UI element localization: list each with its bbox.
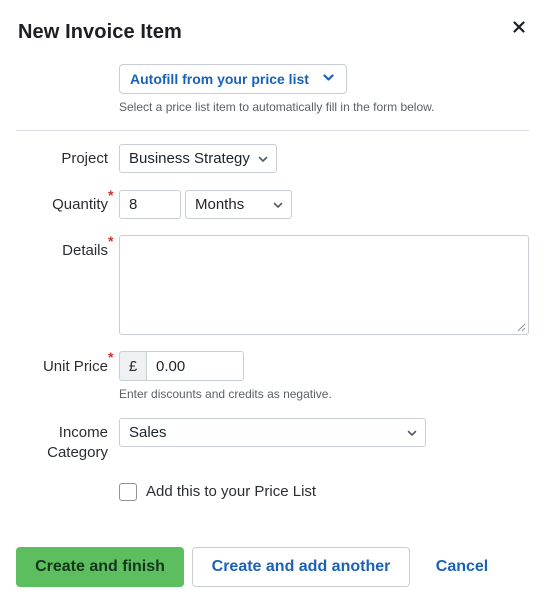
- income-category-label-line2: Category: [47, 444, 108, 461]
- create-and-finish-button[interactable]: Create and finish: [16, 547, 184, 587]
- quantity-unit-select[interactable]: Months: [185, 190, 292, 219]
- project-select[interactable]: Business Strategy: [119, 144, 277, 173]
- required-marker: *: [108, 349, 114, 365]
- new-invoice-item-dialog: New Invoice Item Autofill from your pric…: [0, 0, 547, 609]
- quantity-input[interactable]: 8: [119, 190, 181, 219]
- quantity-label: Quantity: [52, 196, 108, 213]
- add-to-price-list-checkbox[interactable]: [119, 483, 137, 501]
- dialog-title: New Invoice Item: [18, 21, 182, 43]
- chevron-down-icon: [273, 202, 283, 208]
- add-to-price-list-label[interactable]: Add this to your Price List: [146, 483, 316, 501]
- project-value: Business Strategy: [129, 150, 250, 167]
- create-and-add-another-button[interactable]: Create and add another: [192, 547, 410, 587]
- details-textarea[interactable]: [119, 235, 529, 335]
- close-button[interactable]: [508, 16, 530, 38]
- autofill-price-list-button[interactable]: Autofill from your price list: [119, 64, 347, 94]
- project-label: Project: [61, 150, 108, 167]
- resize-handle-icon[interactable]: [517, 323, 526, 332]
- income-category-select[interactable]: Sales: [119, 418, 426, 447]
- required-marker: *: [108, 187, 114, 203]
- close-icon: [513, 21, 525, 33]
- income-category-label-line1: Income: [58, 424, 108, 441]
- currency-prefix: £: [119, 351, 146, 381]
- details-label: Details: [62, 242, 108, 259]
- quantity-unit-value: Months: [195, 196, 245, 213]
- divider: [16, 130, 529, 131]
- chevron-down-icon: [407, 430, 417, 436]
- unit-price-label: Unit Price: [42, 358, 108, 375]
- required-marker: *: [108, 233, 114, 249]
- cancel-button[interactable]: Cancel: [428, 547, 496, 587]
- unit-price-input[interactable]: 0.00: [146, 351, 244, 381]
- unit-price-hint: Enter discounts and credits as negative.: [119, 387, 332, 401]
- income-category-value: Sales: [129, 424, 167, 441]
- chevron-down-icon: [258, 156, 268, 162]
- autofill-label: Autofill from your price list: [130, 71, 309, 87]
- autofill-hint: Select a price list item to automaticall…: [119, 100, 435, 114]
- chevron-down-icon: [323, 74, 334, 81]
